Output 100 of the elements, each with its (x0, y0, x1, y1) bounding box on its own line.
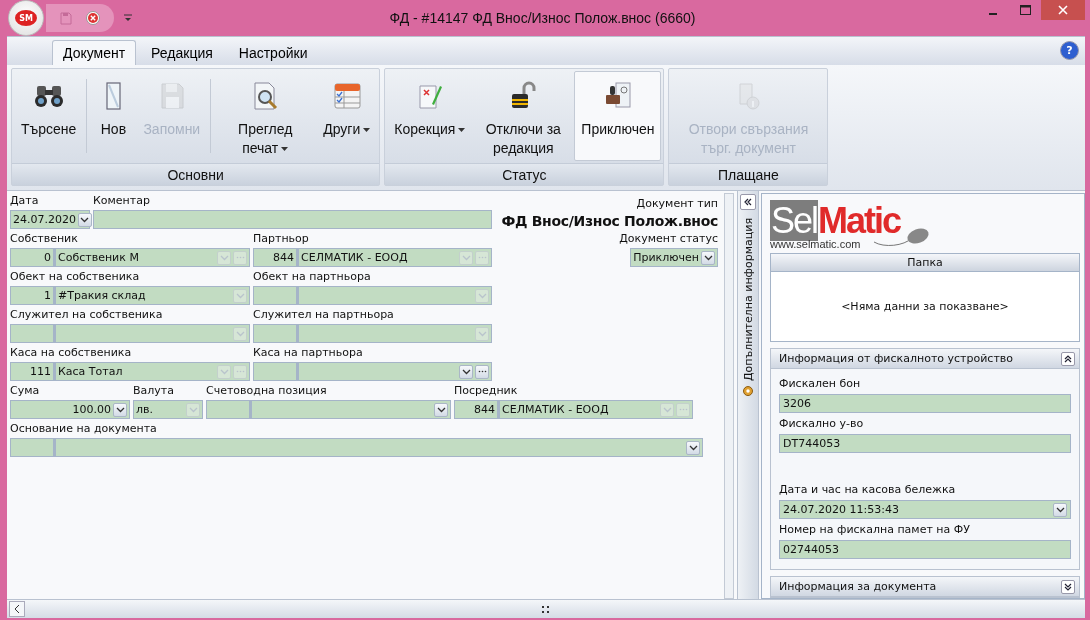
ellipsis-button[interactable] (676, 402, 690, 417)
ribbon-button[interactable]: Отключи за редакция (472, 71, 575, 161)
chevron-down-icon (477, 292, 487, 299)
field-label: Основание на документа (10, 422, 158, 436)
ribbon-button[interactable]: Корекция (387, 71, 473, 161)
field-label: Каса на партньора (253, 346, 364, 360)
lookup-field[interactable] (298, 324, 492, 343)
double-chevron-down-icon (1064, 582, 1072, 591)
ribbon-tab[interactable]: Редакция (140, 40, 224, 65)
code-field[interactable] (253, 286, 298, 305)
vertical-scrollbar[interactable] (724, 193, 734, 599)
dropdown-button[interactable] (78, 212, 92, 227)
section-header[interactable]: Информация за документа (771, 577, 1079, 597)
caret-icon (281, 147, 289, 152)
lookup-field[interactable] (251, 400, 451, 419)
group-label: Плащане (669, 163, 828, 185)
empty-message: <Няма данни за показване> (841, 300, 1009, 314)
code-field[interactable]: 844 (253, 248, 298, 267)
code-field[interactable]: 844 (454, 400, 499, 419)
code-field[interactable] (206, 400, 251, 419)
code-field[interactable] (10, 324, 55, 343)
chevron-down-icon (461, 254, 471, 261)
chevron-down-icon (436, 406, 446, 413)
lookup-field[interactable] (55, 324, 250, 343)
field-label: Служител на партньора (253, 308, 395, 322)
ribbon-tab[interactable]: Настройки (227, 40, 319, 65)
scroll-left-button[interactable] (9, 601, 25, 617)
lookup-field[interactable] (298, 286, 492, 305)
dropdown-button[interactable] (701, 250, 715, 265)
ellipsis-button[interactable] (475, 250, 489, 265)
ribbon-button[interactable]: Нов (90, 71, 137, 161)
field-label: Фискален бон (779, 377, 862, 391)
lookup-field[interactable] (55, 438, 703, 457)
dropdown-button[interactable] (1053, 502, 1067, 517)
ellipsis-button[interactable] (233, 250, 247, 265)
dropdown-button[interactable] (459, 364, 473, 379)
code-field[interactable]: 111 (10, 362, 55, 381)
chevron-down-icon (80, 216, 90, 223)
collapse-button[interactable] (740, 194, 756, 210)
code-field[interactable]: 1 (10, 286, 55, 305)
combo-field[interactable]: лв. (133, 400, 203, 419)
caret-icon (458, 128, 466, 133)
combo-field[interactable]: 24.07.2020 11:53:43 (779, 500, 1071, 519)
ribbon-button[interactable]: Търсене (14, 71, 84, 161)
section-header[interactable]: Информация от фискалното устройство (771, 349, 1079, 369)
chevron-down-icon (188, 406, 198, 413)
chevron-down-icon (662, 406, 672, 413)
chevron-down-icon (219, 368, 229, 375)
company-logo: SelMatic www.selmatic.com (770, 200, 1080, 251)
code-field[interactable] (10, 438, 55, 457)
ribbon-tab[interactable]: Документ (52, 40, 137, 65)
lookup-field[interactable]: #Тракия склад (55, 286, 250, 305)
field-label: Коментар (93, 194, 151, 208)
lookup-field[interactable] (298, 362, 492, 381)
field-label: Дата и час на касова бележка (779, 483, 957, 497)
dropdown-button[interactable] (434, 402, 448, 417)
app-logo-button[interactable]: SM (8, 0, 44, 36)
field-label: Документ тип (636, 197, 718, 211)
dropdown-button[interactable] (113, 402, 127, 417)
ellipsis-button[interactable] (233, 364, 247, 379)
field-label: Партньор (253, 232, 310, 246)
help-button[interactable]: ? (1060, 41, 1079, 60)
horizontal-scrollbar[interactable] (7, 599, 1085, 618)
close-circle-icon[interactable] (86, 11, 100, 25)
side-tab[interactable]: Допълнителна информация (737, 191, 759, 599)
side-tab-label: Допълнителна информация (741, 218, 755, 382)
field-label: Номер на фискална памет на ФУ (779, 523, 971, 537)
chevron-down-icon (235, 292, 245, 299)
combo-field[interactable]: Приключен (630, 248, 718, 267)
caret-icon (363, 128, 371, 133)
amount-field[interactable]: 100.00 (10, 400, 130, 419)
code-field[interactable] (253, 362, 298, 381)
folder-header: Папка (771, 254, 1079, 273)
dropdown-button[interactable] (686, 440, 700, 455)
ribbon-button[interactable]: Други (316, 71, 378, 161)
text-field[interactable]: DT744053 (779, 434, 1071, 453)
ribbon-button[interactable]: Преглед печат (214, 71, 317, 161)
field-label: Документ статус (619, 232, 718, 246)
text-field[interactable]: 02744053 (779, 540, 1071, 559)
lookup-field[interactable]: СЕЛМАТИК - ЕООД (298, 248, 492, 267)
date-field[interactable]: 24.07.2020 (10, 210, 90, 229)
lookup-field[interactable]: СЕЛМАТИК - ЕООД (499, 400, 693, 419)
ribbon-button[interactable]: Приключен (574, 71, 662, 161)
chevron-down-icon (115, 406, 125, 413)
collapse-button[interactable] (1061, 351, 1075, 366)
lookup-field[interactable]: Собственик М (55, 248, 250, 267)
group-label: Основни (12, 163, 380, 185)
lookup-field[interactable]: Каса Тотал (55, 362, 250, 381)
expand-button[interactable] (1061, 579, 1075, 594)
comment-field[interactable] (93, 210, 492, 229)
field-label: Дата (10, 194, 40, 208)
chevron-down-icon (1055, 506, 1065, 513)
text-field[interactable]: 3206 (779, 394, 1071, 413)
code-field[interactable] (253, 324, 298, 343)
field-label: Собственик (10, 232, 79, 246)
code-field[interactable]: 0 (10, 248, 55, 267)
field-label: Посредник (454, 384, 519, 398)
ellipsis-icon (477, 370, 487, 373)
customize-dropdown-icon[interactable] (124, 14, 132, 22)
close-button[interactable] (1041, 0, 1085, 20)
